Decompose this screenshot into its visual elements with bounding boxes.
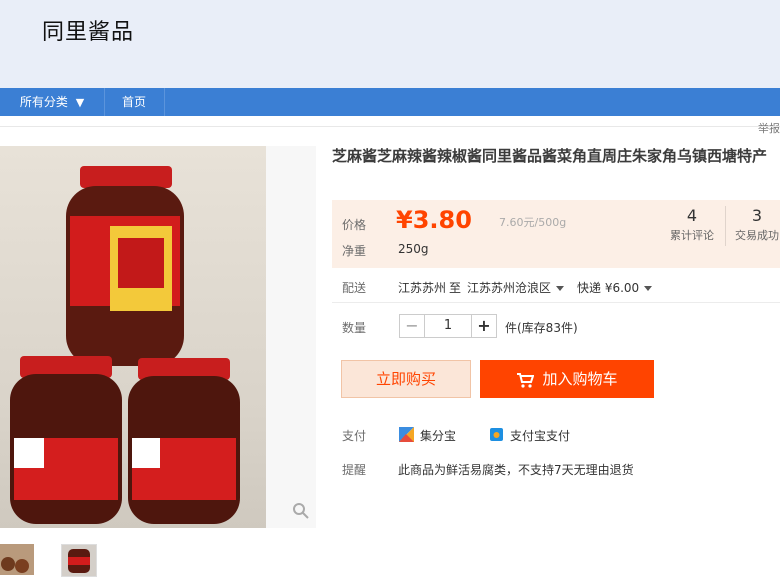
- weight-label: 净重: [342, 244, 367, 258]
- jars-illustration: [10, 166, 240, 524]
- shop-logo[interactable]: 同里酱品: [42, 14, 134, 46]
- thumbnail-1[interactable]: [0, 544, 34, 575]
- thumbnail-image: [68, 549, 90, 573]
- product-title: 芝麻酱芝麻辣酱辣椒酱同里酱品酱菜角直周庄朱家角乌镇西塘特产: [332, 147, 768, 165]
- price-value: ¥3.80: [396, 206, 472, 234]
- payment-label: 支付: [342, 429, 367, 443]
- nav-all-categories[interactable]: 所有分类 ▼: [0, 88, 105, 116]
- add-to-cart-button[interactable]: 加入购物车: [480, 360, 654, 398]
- thumbnail-image: [1, 557, 29, 573]
- sales-label: 交易成功: [735, 229, 779, 242]
- payment-option-jifenbao: 集分宝: [420, 429, 457, 443]
- sales-stat: 3 交易成功: [725, 206, 780, 243]
- notice-row: 提醒 此商品为鲜活易腐类，不支持7天无理由退货: [332, 461, 780, 479]
- cart-icon: [517, 372, 535, 388]
- shipping-from: 江苏苏州: [398, 281, 447, 295]
- shipping-label: 配送: [342, 281, 367, 295]
- unit-price: 7.60元/500g: [499, 216, 567, 229]
- thumbnail-2[interactable]: [61, 544, 97, 577]
- product-main-image[interactable]: [0, 146, 266, 528]
- zoom-icon[interactable]: [292, 502, 310, 520]
- chevron-down-icon: [556, 286, 565, 291]
- payment-option-alipay: 支付宝支付: [510, 429, 571, 443]
- weight-value: 250g: [398, 242, 429, 256]
- alipay-icon: [490, 428, 503, 441]
- reviews-stat[interactable]: 4 累计评论: [660, 206, 724, 243]
- quantity-row: 数量 − 1 + 件(库存83件): [332, 314, 780, 338]
- shop-nav: 所有分类 ▼ 首页: [0, 88, 780, 116]
- buy-now-button[interactable]: 立即购买: [341, 360, 471, 398]
- shipping-method-select[interactable]: 快递 ¥6.00: [577, 279, 653, 296]
- sales-count: 3: [751, 206, 763, 225]
- shipping-to-word: 至: [449, 281, 462, 295]
- shipping-row: 配送 江苏苏州 至 江苏苏州沧浪区 快递 ¥6.00: [332, 279, 780, 297]
- stock-text: 件(库存83件): [505, 321, 578, 335]
- quantity-plus-button[interactable]: +: [471, 314, 497, 338]
- shop-header: 同里酱品: [0, 0, 780, 88]
- reviews-label: 累计评论: [670, 229, 714, 242]
- add-to-cart-label: 加入购物车: [542, 370, 618, 388]
- shipping-method: 快递 ¥6.00: [577, 281, 640, 295]
- shipping-destination: 江苏苏州沧浪区: [467, 281, 552, 295]
- nav-all-categories-label: 所有分类: [19, 95, 68, 109]
- price-label: 价格: [342, 218, 367, 232]
- quantity-input[interactable]: 1: [425, 314, 471, 338]
- quantity-minus-button[interactable]: −: [399, 314, 425, 338]
- reviews-count: 4: [686, 206, 698, 225]
- shipping-destination-select[interactable]: 江苏苏州沧浪区: [467, 279, 565, 296]
- jifenbao-icon: [399, 427, 414, 442]
- notice-text: 此商品为鲜活易腐类，不支持7天无理由退货: [398, 463, 634, 477]
- nav-home[interactable]: 首页: [104, 88, 165, 116]
- quantity-label: 数量: [342, 321, 367, 335]
- notice-label: 提醒: [342, 463, 367, 477]
- caret-down-icon: ▼: [75, 96, 85, 109]
- price-panel: 价格 ¥3.80 7.60元/500g 净重 250g 4 累计评论 3 交易成…: [332, 200, 780, 268]
- divider: [332, 302, 780, 303]
- report-link[interactable]: 举报: [758, 120, 780, 136]
- chevron-down-icon: [644, 286, 653, 291]
- divider: [0, 126, 780, 127]
- product-gallery: [0, 146, 316, 528]
- payment-row: 支付 集分宝 支付宝支付: [332, 427, 780, 445]
